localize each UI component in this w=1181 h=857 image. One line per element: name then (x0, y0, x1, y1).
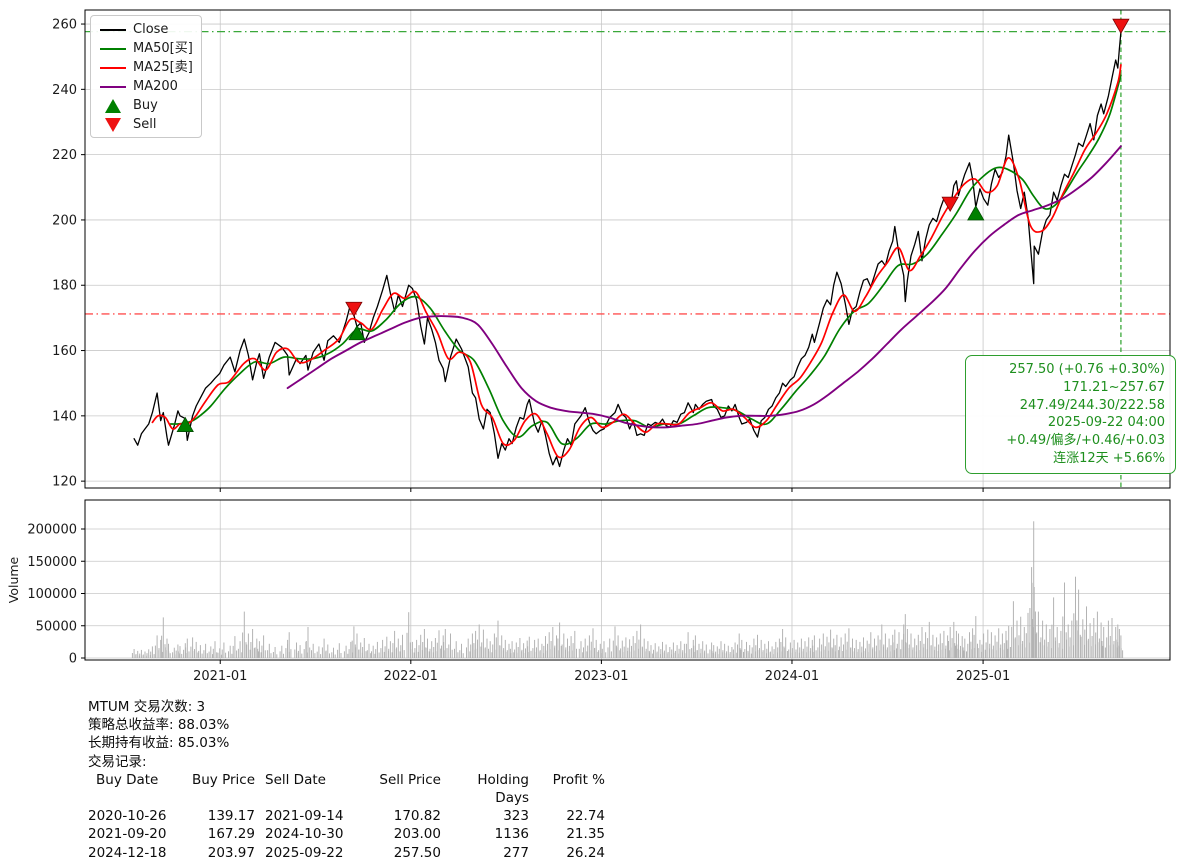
buy-triangle-icon (100, 99, 126, 113)
svg-text:240: 240 (52, 83, 77, 98)
strategy-return-line: 策略总收益率: 88.03% (88, 716, 605, 734)
trade-count-line: MTUM 交易次数: 3 (88, 698, 605, 716)
annotation-ma-values: 247.49/244.30/222.58 (976, 397, 1165, 415)
svg-text:50000: 50000 (36, 619, 77, 634)
svg-text:0: 0 (69, 652, 77, 667)
annotation-signal: +0.49/偏多/+0.46/+0.03 (976, 432, 1165, 450)
annotation-last-price: 257.50 (+0.76 +0.30%) (976, 361, 1165, 379)
legend-label: Close (133, 23, 168, 37)
svg-text:180: 180 (52, 279, 77, 294)
strategy-summary: MTUM 交易次数: 3 策略总收益率: 88.03% 长期持有收益: 85.0… (88, 698, 605, 857)
table-row: 2021-09-20 167.29 2024-10-30 203.00 1136… (88, 825, 605, 843)
svg-text:Volume: Volume (6, 556, 21, 603)
svg-text:160: 160 (52, 344, 77, 359)
sell-triangle-icon (100, 118, 126, 132)
svg-text:2025-01: 2025-01 (956, 669, 1010, 684)
trade-record-title: 交易记录: (88, 753, 605, 771)
legend-item-ma200: MA200 (100, 80, 192, 94)
close-line-icon (100, 29, 126, 31)
annotation-streak: 连涨12天 +5.66% (976, 450, 1165, 468)
mtum-strategy-chart-page: 120 140 160 180 200 220 240 260 0 50000 100000 1500… (0, 0, 1181, 857)
ma25-line-icon (100, 67, 126, 69)
svg-text:2022-01: 2022-01 (384, 669, 438, 684)
legend-label: Buy (133, 99, 158, 113)
legend-label: MA25[卖] (133, 61, 193, 75)
legend-label: Sell (133, 118, 156, 132)
svg-text:200: 200 (52, 213, 77, 228)
legend-label: MA200 (133, 80, 178, 94)
annotation-timestamp: 2025-09-22 04:00 (976, 414, 1165, 432)
svg-text:220: 220 (52, 148, 77, 163)
svg-text:100000: 100000 (27, 587, 77, 602)
svg-text:2023-01: 2023-01 (574, 669, 628, 684)
legend-item-buy: Buy (100, 99, 192, 113)
table-row: 2024-12-18 203.97 2025-09-22 257.50 277 … (88, 844, 605, 857)
legend-label: MA50[买] (133, 42, 193, 56)
legend-item-ma25: MA25[卖] (100, 61, 192, 75)
svg-text:200000: 200000 (27, 523, 77, 538)
annotation-52w-range: 171.21~257.67 (976, 379, 1165, 397)
legend-item-ma50: MA50[买] (100, 42, 192, 56)
svg-text:140: 140 (52, 409, 77, 424)
holding-return-line: 长期持有收益: 85.03% (88, 734, 605, 752)
svg-text:2024-01: 2024-01 (765, 669, 819, 684)
chart-legend: Close MA50[买] MA25[卖] MA200 Buy Sell (90, 15, 202, 138)
legend-item-close: Close (100, 23, 192, 37)
quote-annotation-box: 257.50 (+0.76 +0.30%) 171.21~257.67 247.… (965, 355, 1176, 474)
svg-text:2021-01: 2021-01 (193, 669, 247, 684)
svg-text:260: 260 (52, 18, 77, 33)
ma50-line-icon (100, 48, 126, 50)
legend-item-sell: Sell (100, 118, 192, 132)
table-row: 2020-10-26 139.17 2021-09-14 170.82 323 … (88, 807, 605, 825)
svg-text:150000: 150000 (27, 555, 77, 570)
ma200-line-icon (100, 86, 126, 88)
svg-text:120: 120 (52, 475, 77, 490)
trade-table-header: Buy Date Buy Price Sell Date Sell Price … (88, 771, 605, 807)
